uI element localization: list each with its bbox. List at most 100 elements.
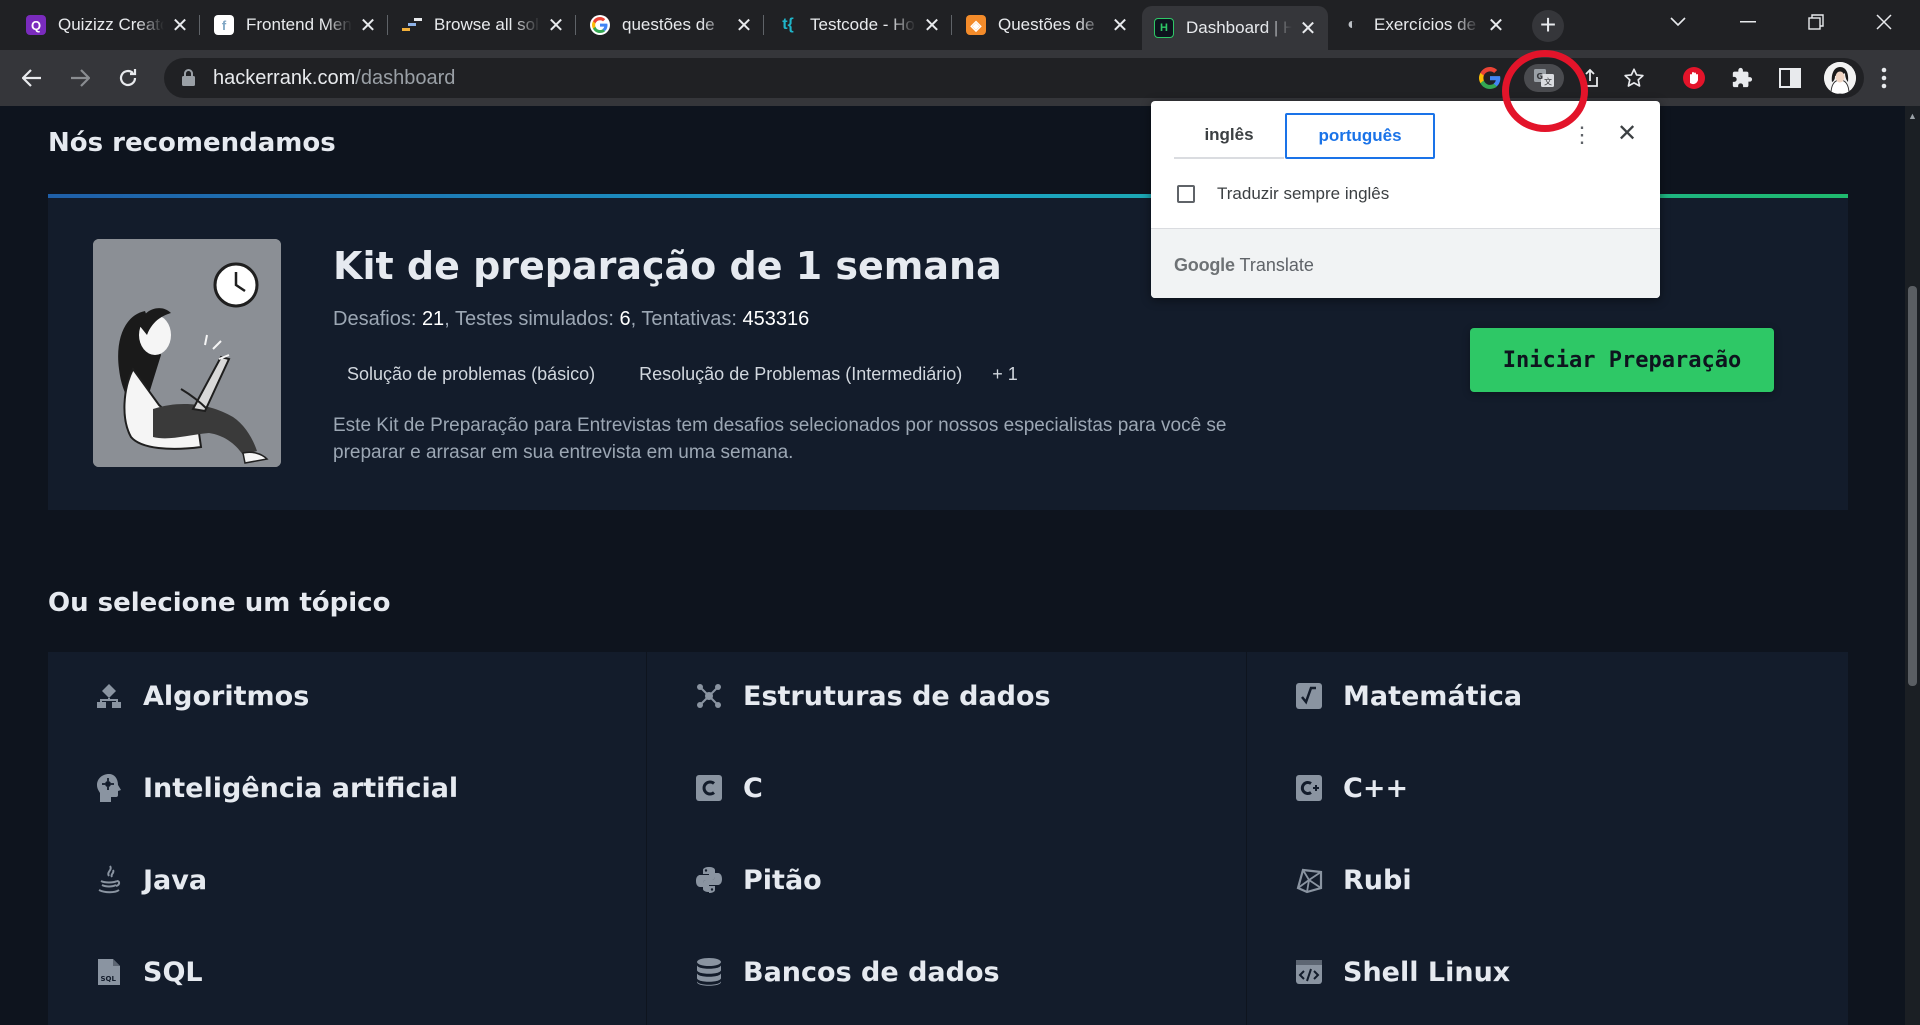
url-path: /dashboard (355, 67, 456, 89)
topic-python[interactable]: Pitão (693, 860, 822, 900)
tab-title: Dashboard | HackerRank (1186, 18, 1292, 37)
forward-arrow-icon[interactable] (62, 60, 98, 96)
column-divider (646, 652, 647, 1025)
tab-title: Questões de (998, 15, 1095, 34)
scroll-up-arrow-icon[interactable]: ▲ (1908, 111, 1917, 121)
tab-close-icon[interactable]: ✕ (922, 13, 942, 38)
c-icon (693, 772, 725, 804)
start-preparation-button[interactable]: Iniciar Preparação (1470, 328, 1774, 392)
topic-label: C (743, 772, 763, 804)
minimize-icon[interactable] (1720, 0, 1776, 44)
prep-kit-title[interactable]: Kit de preparação de 1 semana (333, 244, 1002, 288)
block-extension-icon[interactable] (1680, 64, 1708, 92)
tab-close-icon[interactable]: ✕ (1110, 13, 1130, 38)
tab-close-icon[interactable]: ✕ (170, 13, 190, 38)
tab-dashboard-active[interactable]: H Dashboard | HackerRank ✕ (1142, 6, 1328, 50)
always-translate-label[interactable]: Traduzir sempre inglês (1217, 184, 1389, 204)
topic-label: Matemática (1343, 680, 1523, 712)
exercicios-favicon-icon: ◐ (1347, 16, 1357, 33)
tab-close-icon[interactable]: ✕ (734, 13, 754, 38)
always-translate-checkbox[interactable] (1177, 185, 1195, 203)
tab-separator (387, 15, 388, 35)
page-scrollbar[interactable]: ▲ (1905, 106, 1920, 1025)
tab-close-icon[interactable]: ✕ (1486, 13, 1506, 38)
topic-grid: Algoritmos Estruturas de dados Matemátic… (48, 652, 1848, 1025)
more-options-icon[interactable]: ⋮ (1571, 123, 1593, 151)
side-panel-icon[interactable] (1776, 64, 1804, 92)
url-text: hackerrank.com/dashboard (213, 67, 455, 90)
url-host: hackerrank.com (213, 67, 356, 89)
challenges-count: 21 (421, 308, 445, 330)
tab-title: Frontend Mentor (246, 15, 352, 34)
tab-close-icon[interactable]: ✕ (358, 13, 378, 38)
topic-label: C++ (1343, 772, 1409, 804)
extensions-puzzle-icon[interactable] (1728, 64, 1756, 92)
prep-kit-stats: Desafios: 21, Testes simulados: 6, Tenta… (333, 308, 810, 330)
topics-heading: Ou selecione um tópico (48, 588, 391, 618)
tab-exercicios[interactable]: ◐ Exercícios de ✕ (1330, 6, 1516, 44)
tab-search-icon[interactable] (1650, 0, 1706, 44)
topic-label: Shell Linux (1343, 956, 1511, 988)
new-tab-button[interactable]: + (1532, 10, 1564, 42)
topic-cpp[interactable]: C++ (1293, 768, 1408, 808)
ruby-icon (1293, 864, 1325, 896)
target-language-tab[interactable]: português (1285, 113, 1435, 159)
prep-kit-tags: Solução de problemas (básico) Resolução … (333, 364, 1032, 385)
topic-java[interactable]: Java (93, 860, 207, 900)
topic-ruby[interactable]: Rubi (1293, 860, 1412, 900)
bookmark-star-icon[interactable] (1620, 64, 1648, 92)
shell-icon (1293, 956, 1325, 988)
topic-sql[interactable]: SQL SQL (93, 952, 203, 992)
tab-close-icon[interactable]: ✕ (1298, 16, 1318, 41)
topic-linux-shell[interactable]: Shell Linux (1293, 952, 1510, 992)
column-divider (1246, 652, 1247, 1025)
window-close-icon[interactable] (1856, 0, 1912, 44)
highlight-circle-annotation (1502, 50, 1588, 132)
solutions-favicon-icon (402, 15, 422, 35)
hackerrank-favicon-icon: H (1154, 18, 1174, 38)
tab-google-search[interactable]: questões de ✕ (578, 6, 764, 44)
restore-icon[interactable] (1788, 0, 1844, 44)
tab-browse-solutions[interactable]: Browse all solutions ✕ (390, 6, 576, 44)
topic-label: Inteligência artificial (143, 772, 459, 804)
chrome-menu-icon[interactable] (1870, 64, 1898, 92)
tab-frontend-mentor[interactable]: f Frontend Mentor ✕ (202, 6, 388, 44)
tab-separator (199, 15, 200, 35)
tab-separator (763, 15, 764, 35)
frontend-mentor-favicon-icon: f (214, 15, 234, 35)
topic-mathematics[interactable]: Matemática (1293, 676, 1522, 716)
mock-tests-count: 6 (619, 308, 631, 330)
back-arrow-icon[interactable] (14, 60, 50, 96)
tab-title: Browse all solutions (434, 15, 540, 34)
tab-strip: Q Quizizz Creator ✕ f Frontend Mentor ✕ … (0, 0, 1920, 50)
translate-footer: Google Translate (1151, 228, 1660, 298)
topic-label: Pitão (743, 864, 822, 896)
google-translate-logo: Google Translate (1174, 255, 1314, 276)
algorithms-icon (93, 680, 125, 712)
topic-data-structures[interactable]: Estruturas de dados (693, 676, 1051, 716)
scrollbar-thumb[interactable] (1908, 286, 1917, 686)
tab-quizizz[interactable]: Q Quizizz Creator ✕ (14, 6, 200, 44)
database-icon (693, 956, 725, 988)
tab-questoes[interactable]: ◈ Questões de ✕ (954, 6, 1140, 44)
topic-databases[interactable]: Bancos de dados (693, 952, 1000, 992)
google-lens-icon[interactable] (1476, 64, 1504, 92)
topic-label: Rubi (1343, 864, 1412, 896)
cpp-icon (1293, 772, 1325, 804)
tab-close-icon[interactable]: ✕ (546, 13, 566, 38)
address-bar[interactable]: hackerrank.com/dashboard (164, 58, 1864, 98)
profile-avatar[interactable] (1824, 62, 1856, 94)
topic-artificial-intelligence[interactable]: Inteligência artificial (93, 768, 458, 808)
java-icon (93, 864, 125, 896)
topic-algorithms[interactable]: Algoritmos (93, 676, 309, 716)
source-language-tab[interactable]: inglês (1174, 113, 1284, 159)
tab-testcode[interactable]: t{ Testcode - Home ✕ (766, 6, 952, 44)
tab-title: questões de (622, 15, 715, 34)
attempts-label: Tentativas: (641, 308, 737, 330)
topic-label: SQL (143, 956, 203, 988)
reload-icon[interactable] (110, 60, 146, 96)
recommend-heading: Nós recomendamos (48, 128, 336, 158)
google-wordmark: Google (1174, 255, 1235, 275)
topic-c[interactable]: C (693, 768, 763, 808)
close-popup-icon[interactable]: ✕ (1613, 120, 1641, 148)
